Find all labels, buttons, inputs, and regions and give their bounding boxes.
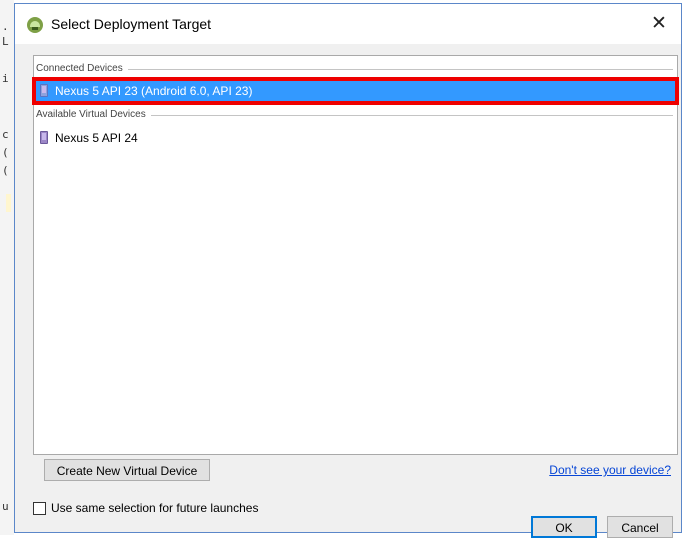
phone-device-icon (40, 84, 48, 97)
group-divider (36, 69, 673, 70)
select-deployment-target-dialog: Select Deployment Target ✕ Connected Dev… (14, 3, 682, 538)
group-label: Available Virtual Devices (36, 108, 151, 122)
group-header-connected-devices: Connected Devices (34, 62, 677, 76)
background-editor-strip: . L i c ( ( u (0, 0, 14, 535)
group-header-available-virtual-devices: Available Virtual Devices (34, 108, 677, 122)
phone-device-icon (40, 131, 48, 144)
same-selection-checkbox-label[interactable]: Use same selection for future launches (51, 502, 258, 515)
device-list: Connected Devices Nexus 5 API 23 (Androi… (32, 55, 679, 455)
android-studio-icon (27, 17, 43, 33)
create-new-virtual-device-button[interactable]: Create New Virtual Device (44, 459, 210, 481)
dialog-content: Connected Devices Nexus 5 API 23 (Androi… (15, 44, 681, 538)
dialog-title: Select Deployment Target (51, 16, 212, 32)
background-text: ( (2, 164, 9, 177)
background-text: i (2, 72, 9, 85)
background-text: c (2, 128, 9, 141)
same-selection-checkbox[interactable] (33, 502, 46, 515)
background-text: u (2, 500, 9, 513)
device-row-nexus-5-api-24[interactable]: Nexus 5 API 24 (36, 128, 675, 148)
background-text: . (2, 20, 9, 33)
background-highlight-mark (6, 194, 11, 212)
background-text: L (2, 35, 9, 48)
group-label: Connected Devices (36, 62, 128, 76)
title-bar: Select Deployment Target ✕ (15, 4, 681, 44)
close-button[interactable]: ✕ (637, 4, 681, 44)
device-row-nexus-5-api-23[interactable]: Nexus 5 API 23 (Android 6.0, API 23) (32, 77, 679, 105)
device-name: Nexus 5 API 23 (Android 6.0, API 23) (55, 84, 253, 98)
dont-see-your-device-link[interactable]: Don't see your device? (549, 463, 671, 477)
background-text: ( (2, 146, 9, 159)
device-name: Nexus 5 API 24 (55, 131, 138, 145)
